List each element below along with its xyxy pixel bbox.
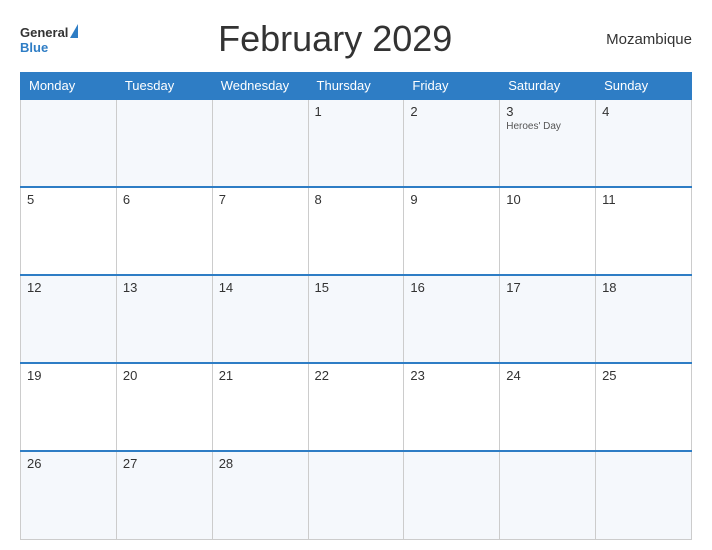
day-cell: 2 [404,99,500,187]
day-number: 28 [219,456,302,471]
header-wednesday: Wednesday [212,73,308,100]
week-row-2: 56789 10 11 [21,187,692,275]
calendar-page: General Blue February 2029 Mozambique Mo… [0,0,712,550]
day-number: 15 [315,280,398,295]
day-number: 18 [602,280,685,295]
day-cell: 11 [596,187,692,275]
day-number: 4 [602,104,685,119]
day-number: 3 [506,104,589,119]
day-number: 17 [506,280,589,295]
day-cell: 4 [596,99,692,187]
day-cell: 10 [500,187,596,275]
week-row-3: 12 13 14 15 16 17 18 [21,275,692,363]
day-number: 12 [27,280,110,295]
day-number: 25 [602,368,685,383]
day-cell: 24 [500,363,596,451]
day-cell: 5 [21,187,117,275]
country-label: Mozambique [592,31,692,48]
day-cell: 28 [212,451,308,539]
day-number: 10 [506,192,589,207]
day-number: 9 [410,192,493,207]
logo-blue-text: Blue [20,40,48,55]
day-cell: 20 [116,363,212,451]
holiday-label: Heroes' Day [506,121,589,132]
day-cell: 7 [212,187,308,275]
day-cell: 23 [404,363,500,451]
day-number: 13 [123,280,206,295]
day-number: 5 [27,192,110,207]
header-sunday: Sunday [596,73,692,100]
day-number: 6 [123,192,206,207]
day-cell [116,99,212,187]
day-number: 19 [27,368,110,383]
day-cell: 27 [116,451,212,539]
logo: General Blue [20,24,78,55]
logo-general-text: General [20,25,68,40]
day-cell: 16 [404,275,500,363]
day-cell: 14 [212,275,308,363]
day-number: 27 [123,456,206,471]
day-number: 11 [602,192,685,207]
day-cell: 26 [21,451,117,539]
header-thursday: Thursday [308,73,404,100]
header-friday: Friday [404,73,500,100]
day-cell [596,451,692,539]
header-monday: Monday [21,73,117,100]
day-number: 24 [506,368,589,383]
day-number: 16 [410,280,493,295]
day-cell: 21 [212,363,308,451]
day-number: 21 [219,368,302,383]
day-cell: 13 [116,275,212,363]
day-cell [500,451,596,539]
day-cell: 19 [21,363,117,451]
day-cell: 3 Heroes' Day [500,99,596,187]
day-cell: 22 [308,363,404,451]
day-cell: 6 [116,187,212,275]
day-cell [21,99,117,187]
week-row-5: 26 27 28 [21,451,692,539]
day-cell: 9 [404,187,500,275]
days-header-row: Monday Tuesday Wednesday Thursday Friday… [21,73,692,100]
day-cell: 25 [596,363,692,451]
day-cell: 17 [500,275,596,363]
logo-triangle-icon [70,24,78,38]
day-cell [308,451,404,539]
day-cell: 15 [308,275,404,363]
day-number: 7 [219,192,302,207]
day-number: 26 [27,456,110,471]
day-number: 22 [315,368,398,383]
day-cell: 1 [308,99,404,187]
calendar-table: Monday Tuesday Wednesday Thursday Friday… [20,72,692,540]
header: General Blue February 2029 Mozambique [20,18,692,60]
day-cell: 8 [308,187,404,275]
header-tuesday: Tuesday [116,73,212,100]
day-number: 20 [123,368,206,383]
day-cell [404,451,500,539]
day-number: 23 [410,368,493,383]
day-number: 2 [410,104,493,119]
day-cell [212,99,308,187]
week-row-1: 123 Heroes' Day 4 [21,99,692,187]
day-number: 14 [219,280,302,295]
calendar-title: February 2029 [78,18,592,60]
day-number: 8 [315,192,398,207]
day-cell: 12 [21,275,117,363]
day-number: 1 [315,104,398,119]
day-cell: 18 [596,275,692,363]
week-row-4: 19 20 21 22 23 24 25 [21,363,692,451]
header-saturday: Saturday [500,73,596,100]
